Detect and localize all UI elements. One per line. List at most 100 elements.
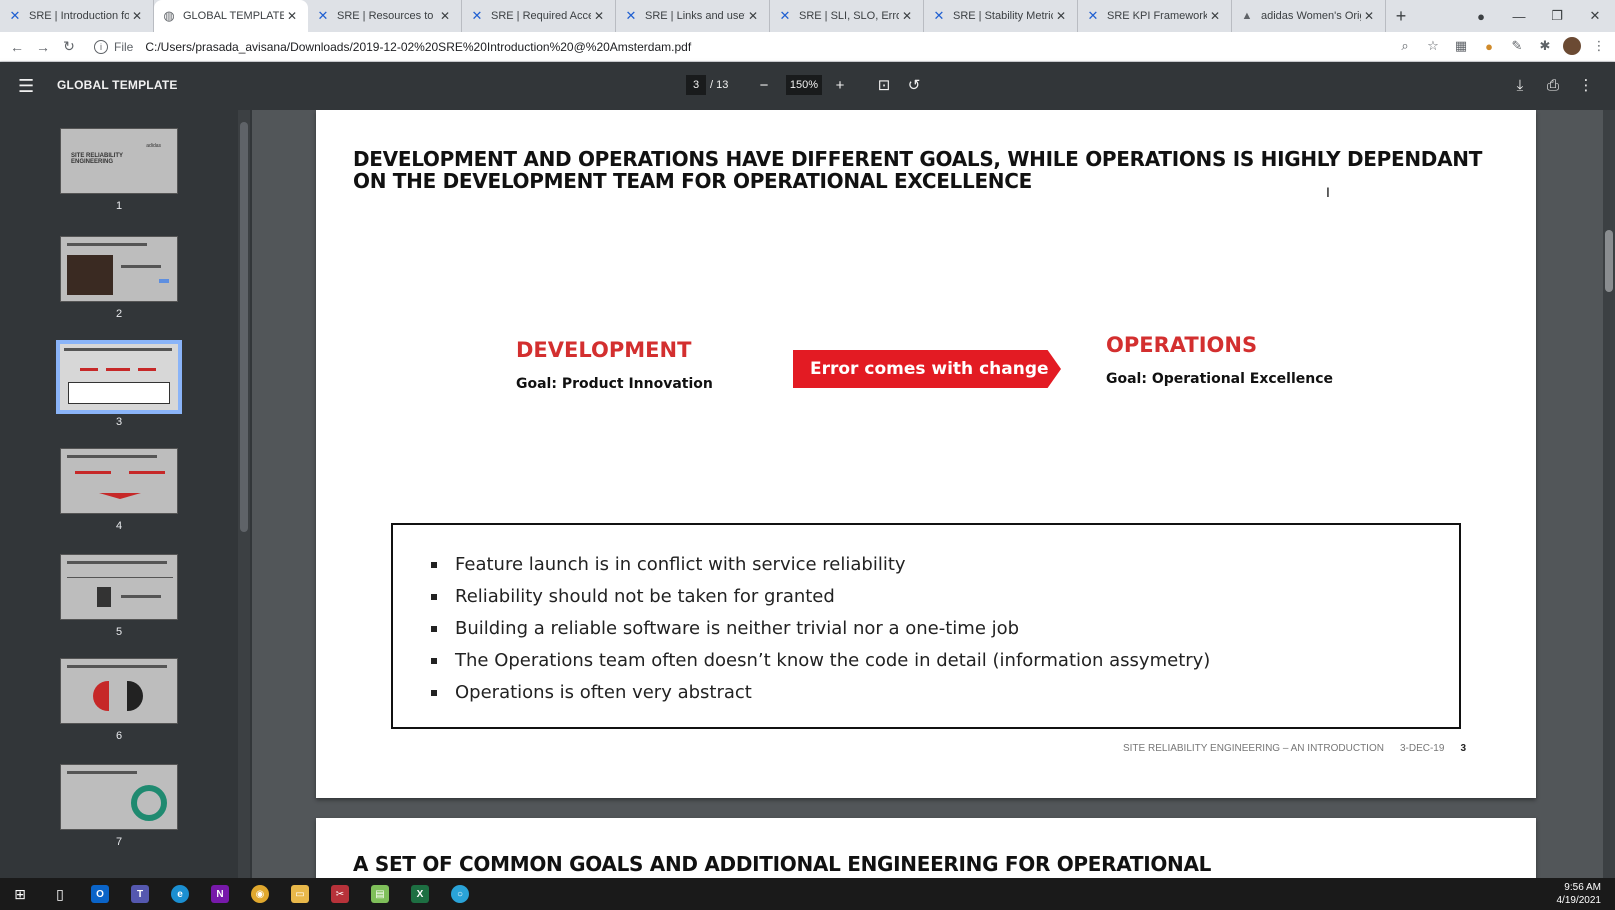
tab-3[interactable]: ✕SRE | Required Access✕ (462, 0, 616, 32)
thumbnail-page-6[interactable] (60, 658, 178, 724)
scheme-label: File (114, 40, 134, 54)
tab-0[interactable]: ✕ SRE | Introduction for ✕ (0, 0, 154, 32)
confluence-icon: ✕ (779, 8, 791, 23)
tab-6[interactable]: ✕ SRE | Stability Metrics ✕ (924, 0, 1078, 32)
tab-4[interactable]: ✕ SRE | Links and useful ✕ (616, 0, 770, 32)
sidebar-scrollbar[interactable] (238, 110, 250, 878)
footer-label: SITE RELIABILITY ENGINEERING – AN INTROD… (1122, 743, 1384, 754)
close-icon[interactable]: ✕ (899, 9, 915, 23)
address-bar: ← → ↻ i File C:/Users/prasada_avisana/Do… (0, 32, 1615, 62)
bullet-box: Feature launch is in conflict with servi… (391, 523, 1461, 729)
zoom-level-input[interactable]: 150% (786, 75, 822, 95)
forward-icon[interactable]: → (30, 34, 56, 60)
close-window-button[interactable]: ✕ (1576, 0, 1614, 32)
hamburger-menu-icon[interactable]: ☰ (18, 76, 34, 97)
tab-7[interactable]: ✕SRE KPI Framework - E✕ (1078, 0, 1232, 32)
star-icon[interactable]: ☆ (1423, 36, 1443, 56)
clock-date: 4/19/2021 (1556, 895, 1602, 906)
pdf-viewer[interactable]: DEVELOPMENT AND OPERATIONS HAVE DIFFEREN… (252, 110, 1615, 878)
adidas-logo-text: adidas (146, 143, 161, 149)
zoom-in-button[interactable]: + (828, 73, 852, 97)
restore-button[interactable]: ❐ (1538, 0, 1576, 32)
thumbnail-label: 1 (115, 200, 123, 212)
thumbnail-label: 6 (115, 730, 123, 742)
thumbnail-page-5[interactable] (60, 554, 178, 620)
confluence-icon: ✕ (933, 8, 945, 23)
task-view-icon[interactable]: ▯ (40, 878, 80, 910)
kebab-menu-icon[interactable]: ⋮ (1589, 36, 1609, 56)
close-icon[interactable]: ✕ (129, 9, 145, 23)
notepad-icon[interactable]: ▤ (360, 878, 400, 910)
close-icon[interactable]: ✕ (284, 9, 300, 23)
confluence-icon: ✕ (471, 8, 483, 23)
tab-strip: ✕ SRE | Introduction for ✕ ◍ GLOBAL TEMPLAT… (0, 0, 1615, 32)
reload-icon[interactable]: ↻ (56, 34, 82, 60)
confluence-icon: ✕ (9, 8, 21, 23)
onenote-icon[interactable]: N (200, 878, 240, 910)
app-icon[interactable]: ○ (440, 878, 480, 910)
windows-taskbar: ⊞ ▯ O T e N ◉ ▭ ✂ ▤ X ○ 9:56 AM 4/19/202… (0, 878, 1615, 910)
excel-icon[interactable]: X (400, 878, 440, 910)
fit-page-icon[interactable]: ⊡ (872, 73, 896, 97)
pdf-toolbar: ☰ GLOBAL TEMPLATE 3 / 13 − 150% + ⊡ ↺ ⤓ … (0, 62, 1615, 110)
back-icon[interactable]: ← (4, 34, 30, 60)
windows-start-icon[interactable]: ⊞ (0, 878, 40, 910)
zoom-out-button[interactable]: − (752, 73, 776, 97)
info-icon[interactable]: i (94, 40, 108, 54)
edge-icon[interactable]: e (160, 878, 200, 910)
close-icon[interactable]: ✕ (1207, 9, 1223, 23)
close-icon[interactable]: ✕ (437, 9, 453, 23)
close-icon[interactable]: ✕ (745, 9, 761, 23)
thumbnail-label: 7 (115, 836, 123, 848)
pen-extension-icon[interactable]: ✎ (1507, 36, 1527, 56)
extension-icon[interactable]: ● (1479, 36, 1499, 56)
tab-8[interactable]: ▲ adidas Women's Origi ✕ (1232, 0, 1386, 32)
error-arrow: Error comes with change (793, 350, 1061, 388)
footer-date: 3-DEC-19 (1399, 743, 1445, 754)
system-clock[interactable]: 9:56 AM 4/19/2021 (1557, 881, 1602, 907)
new-tab-button[interactable]: + (1386, 0, 1416, 32)
omnibox[interactable]: i File C:/Users/prasada_avisana/Download… (94, 36, 1424, 58)
thumbnail-page-2[interactable] (60, 236, 178, 302)
close-icon[interactable]: ✕ (1361, 9, 1377, 23)
download-icon[interactable]: ⤓ (1508, 73, 1532, 97)
drive-icon: ▲ (1241, 10, 1253, 22)
thumbnail-photo (67, 255, 113, 295)
puzzle-icon[interactable]: ✱ (1535, 36, 1555, 56)
viewer-scrollbar[interactable] (1603, 110, 1615, 878)
outlook-icon[interactable]: O (80, 878, 120, 910)
development-goal: Goal: Product Innovation (516, 376, 713, 392)
list-item: Feature launch is in conflict with servi… (429, 549, 1459, 581)
thumbnail-page-7[interactable] (60, 764, 178, 830)
page-number-input[interactable]: 3 (686, 75, 706, 95)
tab-2[interactable]: ✕SRE | Resources to und✕ (308, 0, 462, 32)
pdf-page-3: DEVELOPMENT AND OPERATIONS HAVE DIFFEREN… (316, 110, 1536, 798)
rotate-icon[interactable]: ↺ (902, 73, 926, 97)
globe-icon: ◍ (163, 8, 175, 23)
list-item: The Operations team often doesn’t know t… (429, 645, 1459, 677)
profile-menu-icon[interactable]: ● (1462, 0, 1500, 32)
minimize-button[interactable]: — (1500, 0, 1538, 32)
chrome-icon[interactable]: ◉ (240, 878, 280, 910)
file-explorer-icon[interactable]: ▭ (280, 878, 320, 910)
close-icon[interactable]: ✕ (591, 9, 607, 23)
url-text[interactable]: C:/Users/prasada_avisana/Downloads/2019-… (145, 40, 691, 54)
text-cursor-icon: I (1326, 184, 1330, 200)
close-icon[interactable]: ✕ (1053, 9, 1069, 23)
operations-goal: Goal: Operational Excellence (1106, 371, 1334, 387)
zoom-icon[interactable]: ⌕ (1395, 36, 1415, 56)
thumbnail-label: 5 (115, 626, 123, 638)
more-options-icon[interactable]: ⋮ (1574, 73, 1598, 97)
snip-tool-icon[interactable]: ✂ (320, 878, 360, 910)
thumbnail-page-4[interactable] (60, 448, 178, 514)
avatar[interactable]: · (1563, 37, 1581, 55)
footer-page-number: 3 (1460, 743, 1466, 754)
thumbnail-page-1[interactable]: SITE RELIABILITY ENGINEERING adidas (60, 128, 178, 194)
tab-1[interactable]: ◍ GLOBAL TEMPLATE ✕ (154, 0, 308, 32)
thumbnail-page-3[interactable] (56, 340, 182, 414)
tab-5[interactable]: ✕SRE | SLI, SLO, Error B✕ (770, 0, 924, 32)
qr-extension-icon[interactable]: ▦ (1451, 36, 1471, 56)
print-icon[interactable]: ⎙ (1541, 73, 1565, 97)
teams-icon[interactable]: T (120, 878, 160, 910)
thumbnail-title-text: SITE RELIABILITY ENGINEERING (71, 153, 123, 165)
